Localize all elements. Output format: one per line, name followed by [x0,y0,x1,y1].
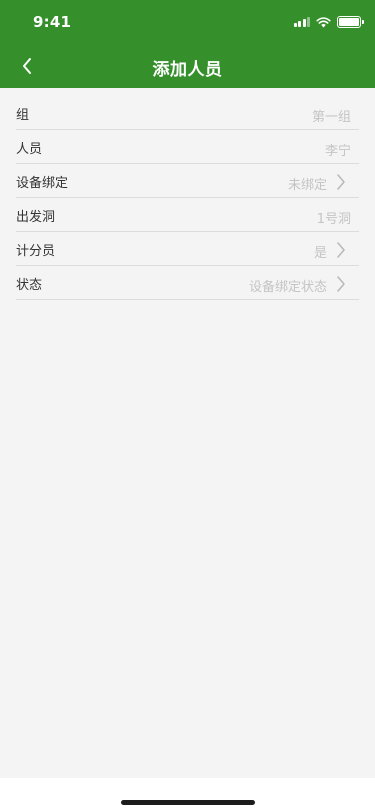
status-icons [293,15,364,29]
status-time: 9:41 [33,13,72,31]
form-row-member[interactable]: 人员 李宁 [16,130,359,164]
form-label: 设备绑定 [16,176,69,191]
form-row-start-hole[interactable]: 出发洞 1号洞 [16,198,359,232]
form-value: 是 [313,246,327,261]
page-title: 添加人员 [152,60,223,80]
chevron-right-icon [337,242,345,258]
form-value: 设备绑定状态 [248,280,327,295]
cellular-signal-icon [293,17,310,27]
form-value: 李宁 [324,144,351,159]
status-bar: 9:41 [0,0,375,44]
form-value: 未绑定 [287,178,327,193]
wifi-icon [316,16,331,27]
add-member-screen: 9:41 添加人员 组 第一组 人员 李宁 设备绑定 未绑定 出发洞 1号洞 计… [0,0,375,812]
form-label: 人员 [16,142,43,157]
form-label: 组 [16,108,30,123]
form-value: 1号洞 [316,212,351,227]
member-form: 组 第一组 人员 李宁 设备绑定 未绑定 出发洞 1号洞 计分员 是 状态 设备… [16,96,359,300]
chevron-right-icon [337,276,345,292]
home-indicator-area [0,778,375,812]
battery-icon [337,16,364,28]
form-row-status[interactable]: 状态 设备绑定状态 [16,266,359,300]
header: 9:41 添加人员 [0,0,375,88]
nav-bar: 添加人员 [0,44,375,88]
form-row-scorer[interactable]: 计分员 是 [16,232,359,266]
chevron-right-icon [337,174,345,190]
form-label: 状态 [16,278,43,293]
form-value: 第一组 [311,110,351,125]
home-indicator[interactable] [121,800,255,805]
form-row-device-binding[interactable]: 设备绑定 未绑定 [16,164,359,198]
form-row-group[interactable]: 组 第一组 [16,96,359,130]
form-label: 出发洞 [16,210,56,225]
form-label: 计分员 [16,244,56,259]
